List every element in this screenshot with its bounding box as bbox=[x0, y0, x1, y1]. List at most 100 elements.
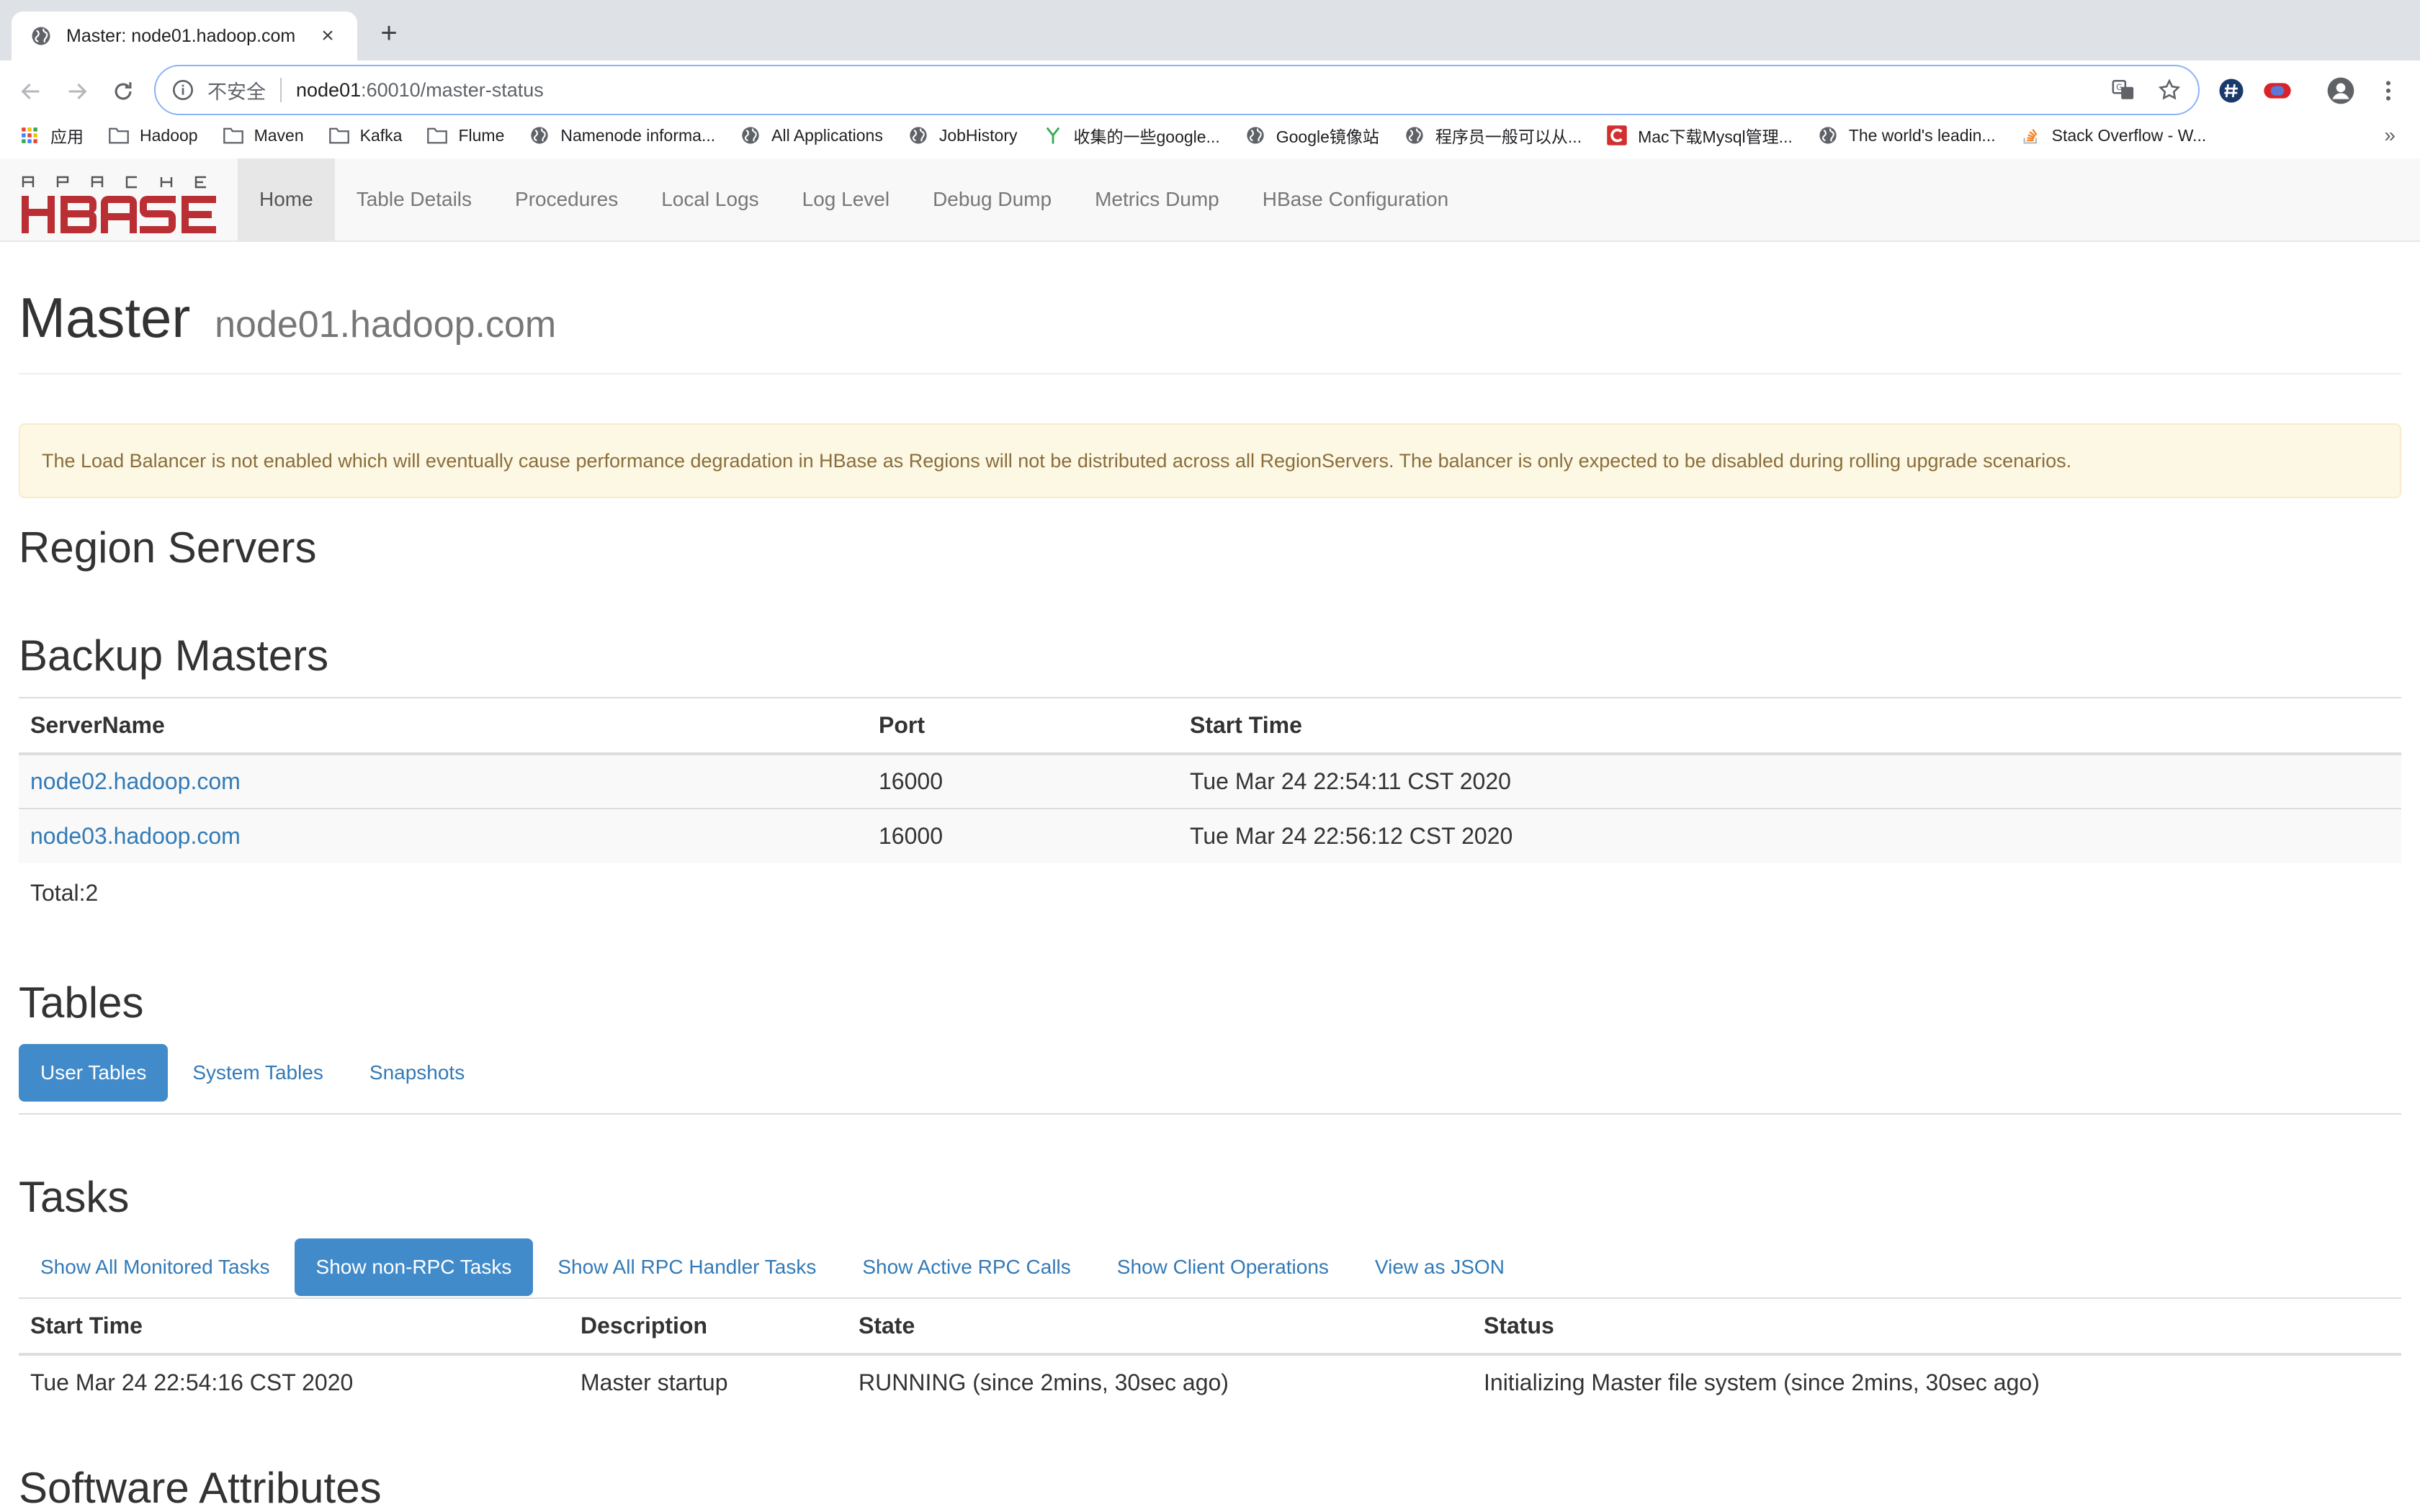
bookmark-worlds-leading[interactable]: The world's leadin... bbox=[1817, 125, 1996, 146]
nav-item-local-logs[interactable]: Local Logs bbox=[640, 158, 780, 240]
bookmarks-overflow-button[interactable]: » bbox=[2384, 124, 2396, 147]
info-icon[interactable] bbox=[171, 78, 194, 102]
url-text[interactable]: node01:60010/master-status bbox=[296, 79, 2092, 102]
url-path: :60010/master-status bbox=[361, 78, 544, 101]
tab-user-tables[interactable]: User Tables bbox=[19, 1044, 169, 1102]
address-bar[interactable]: 不安全 node01:60010/master-status G bbox=[154, 65, 2200, 115]
bookmark-google-mirror[interactable]: Google镜像站 bbox=[1245, 123, 1379, 148]
column-header-description[interactable]: Description bbox=[569, 1297, 847, 1356]
folder-icon bbox=[328, 125, 350, 146]
table-cell: Initializing Master file system (since 2… bbox=[1484, 1369, 2040, 1395]
tab-show-all-rpc-handler-tasks[interactable]: Show All RPC Handler Tasks bbox=[536, 1238, 838, 1296]
backup-masters-table: ServerName Port Start Time node02.hadoop… bbox=[19, 697, 2401, 863]
column-header-port[interactable]: Port bbox=[867, 697, 1178, 755]
globe-icon bbox=[1817, 125, 1839, 146]
globe-icon bbox=[32, 27, 50, 45]
bookmark-label: 程序员一般可以从... bbox=[1435, 127, 1582, 146]
bookmark-label: Mac下载Mysql管理... bbox=[1638, 127, 1793, 146]
tab-system-tables[interactable]: System Tables bbox=[171, 1044, 345, 1102]
bookmark-label: Kafka bbox=[359, 125, 403, 145]
backup-master-link[interactable]: node02.hadoop.com bbox=[30, 768, 241, 794]
bookmark-apps[interactable]: 应用 bbox=[19, 123, 84, 148]
bookmark-namenode[interactable]: Namenode informa... bbox=[529, 125, 715, 146]
nav-item-hbase-configuration[interactable]: HBase Configuration bbox=[1241, 158, 1470, 240]
table-row: Tue Mar 24 22:54:16 CST 2020 Master star… bbox=[19, 1354, 2401, 1409]
tab-show-client-operations[interactable]: Show Client Operations bbox=[1095, 1238, 1350, 1296]
globe-icon bbox=[529, 125, 550, 146]
nav-item-debug-dump[interactable]: Debug Dump bbox=[911, 158, 1073, 240]
bookmark-stack-overflow[interactable]: Stack Overflow - W... bbox=[2020, 125, 2207, 146]
back-button[interactable] bbox=[12, 72, 50, 111]
main-content: Master node01.hadoop.com The Load Balanc… bbox=[19, 242, 2401, 1512]
table-cell: node02.hadoop.com bbox=[19, 753, 867, 809]
bookmark-label: All Applications bbox=[771, 125, 883, 145]
globe-icon bbox=[1404, 125, 1425, 146]
close-icon[interactable]: × bbox=[315, 24, 340, 48]
page-subtitle: node01.hadoop.com bbox=[215, 304, 557, 346]
tables-tabs: User Tables System Tables Snapshots bbox=[19, 1044, 489, 1102]
bookmark-label: The world's leadin... bbox=[1848, 125, 1996, 145]
column-header-state[interactable]: State bbox=[847, 1297, 1472, 1356]
nav-item-log-level[interactable]: Log Level bbox=[781, 158, 911, 240]
page-header: Master node01.hadoop.com bbox=[19, 242, 2401, 374]
extension-hash-icon[interactable] bbox=[2213, 72, 2250, 109]
column-header-servername[interactable]: ServerName bbox=[19, 697, 867, 755]
reload-button[interactable] bbox=[104, 72, 143, 111]
backup-masters-total: Total:2 bbox=[30, 880, 99, 906]
bookmark-label: 收集的一些google... bbox=[1073, 127, 1220, 146]
hbase-navbar: Home Table Details Procedures Local Logs Log… bbox=[0, 158, 2420, 242]
nav-item-procedures[interactable]: Procedures bbox=[493, 158, 640, 240]
new-tab-button[interactable]: + bbox=[373, 19, 405, 50]
globe-icon bbox=[740, 125, 761, 146]
software-attributes-heading: Software Attributes bbox=[19, 1464, 382, 1512]
profile-avatar-icon[interactable] bbox=[2322, 72, 2360, 109]
tab-show-non-rpc-tasks[interactable]: Show non-RPC Tasks bbox=[294, 1238, 534, 1296]
tab-show-active-rpc-calls[interactable]: Show Active RPC Calls bbox=[841, 1238, 1092, 1296]
globe-icon bbox=[1245, 125, 1266, 146]
stackoverflow-icon bbox=[2020, 125, 2042, 146]
browser-tab-active[interactable]: Master: node01.hadoop.com × bbox=[12, 12, 357, 60]
bookmark-programmer[interactable]: 程序员一般可以从... bbox=[1404, 123, 1582, 148]
bookmark-maven[interactable]: Maven bbox=[223, 125, 304, 146]
nav-item-table-details[interactable]: Table Details bbox=[335, 158, 493, 240]
tasks-table: Start Time Description State Status Tue … bbox=[19, 1297, 2401, 1409]
table-cell: 16000 bbox=[867, 753, 1178, 809]
browser-tabstrip: Master: node01.hadoop.com × + bbox=[0, 0, 2420, 60]
kebab-menu-icon[interactable] bbox=[2370, 72, 2407, 109]
bookmark-label: Google镜像站 bbox=[1276, 127, 1379, 146]
bookmark-label: Namenode informa... bbox=[560, 125, 716, 145]
folder-icon bbox=[108, 125, 130, 146]
table-cell: Tue Mar 24 22:56:12 CST 2020 bbox=[1178, 808, 2401, 863]
hbase-logo[interactable] bbox=[19, 170, 218, 236]
tab-view-as-json[interactable]: View as JSON bbox=[1353, 1238, 1526, 1296]
star-icon[interactable] bbox=[2155, 76, 2184, 104]
table-row: node02.hadoop.com 16000 Tue Mar 24 22:54… bbox=[19, 753, 2401, 809]
folder-icon bbox=[223, 125, 244, 146]
bookmark-google-collection[interactable]: 收集的一些google... bbox=[1042, 123, 1220, 148]
forward-button[interactable] bbox=[58, 72, 97, 111]
extension-du-icon[interactable] bbox=[2259, 72, 2296, 109]
bookmark-jobhistory[interactable]: JobHistory bbox=[908, 125, 1018, 146]
bookmark-kafka[interactable]: Kafka bbox=[328, 125, 403, 146]
tables-tabs-divider bbox=[19, 1113, 2401, 1115]
column-header-start-time[interactable]: Start Time bbox=[19, 1297, 569, 1356]
backup-master-link[interactable]: node03.hadoop.com bbox=[30, 823, 241, 849]
bookmark-label: Stack Overflow - W... bbox=[2051, 125, 2207, 145]
arrow-right-icon bbox=[68, 83, 87, 100]
bookmark-flume[interactable]: Flume bbox=[426, 125, 504, 146]
nav-item-home[interactable]: Home bbox=[238, 158, 335, 240]
browser-tab-title: Master: node01.hadoop.com bbox=[66, 25, 296, 46]
column-header-status[interactable]: Status bbox=[1472, 1297, 2401, 1356]
translate-icon[interactable]: G bbox=[2109, 76, 2138, 104]
column-header-start-time[interactable]: Start Time bbox=[1178, 697, 2401, 755]
bookmark-hadoop[interactable]: Hadoop bbox=[108, 125, 198, 146]
table-cell: Master startup bbox=[581, 1369, 728, 1395]
tab-show-all-monitored-tasks[interactable]: Show All Monitored Tasks bbox=[19, 1238, 292, 1296]
reload-icon bbox=[115, 82, 132, 100]
bookmark-all-applications[interactable]: All Applications bbox=[740, 125, 883, 146]
nav-item-metrics-dump[interactable]: Metrics Dump bbox=[1073, 158, 1241, 240]
tab-snapshots[interactable]: Snapshots bbox=[348, 1044, 486, 1102]
apps-grid-icon bbox=[19, 125, 40, 146]
bookmark-mac-mysql[interactable]: Mac下载Mysql管理... bbox=[1606, 123, 1793, 148]
bookmark-label: Maven bbox=[254, 125, 304, 145]
